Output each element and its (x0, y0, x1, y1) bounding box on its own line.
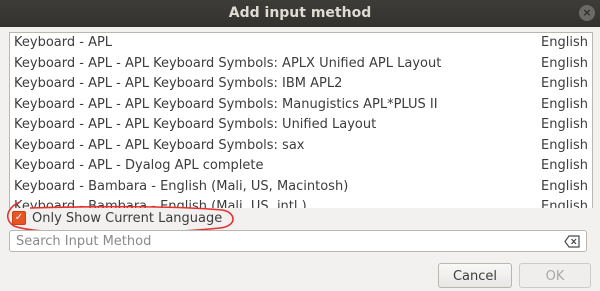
input-method-name: Keyboard - APL - APL Keyboard Symbols: U… (14, 117, 377, 132)
list-item[interactable]: Keyboard - APL - Dyalog APL complete Engl… (10, 156, 592, 177)
list-item[interactable]: Keyboard - APL - APL Keyboard Symbols: M… (10, 95, 592, 116)
search-input[interactable] (16, 231, 556, 252)
input-method-language: English (541, 178, 588, 194)
input-method-language: English (541, 137, 588, 153)
input-method-language: English (541, 158, 588, 173)
cancel-button[interactable]: Cancel (438, 263, 512, 288)
input-method-name: Keyboard - Bambara - English (Mali, US, … (14, 178, 349, 194)
input-method-name: Keyboard - APL - Dyalog APL complete (14, 158, 264, 173)
input-method-name: Keyboard - APL - APL Keyboard Symbols: I… (14, 76, 343, 91)
input-method-name: Keyboard - APL - APL Keyboard Symbols: M… (14, 96, 438, 112)
input-method-name: Keyboard - APL (14, 35, 113, 50)
list-item[interactable]: Keyboard - APL - APL Keyboard Symbols: I… (10, 74, 592, 95)
backspace-clear-icon[interactable] (564, 235, 580, 248)
input-method-list[interactable]: Keyboard - APL English Keyboard - APL - AP… (9, 32, 593, 208)
only-current-language-toggle[interactable]: ✓ Only Show Current Language (12, 209, 222, 227)
add-input-method-dialog: Add input method × Keyboard - APL English… (0, 0, 600, 291)
input-method-name: Keyboard - Bambara - English (Mali, US, … (14, 199, 307, 208)
titlebar: Add input method × (0, 0, 600, 27)
input-method-language: English (541, 199, 588, 208)
list-item[interactable]: Keyboard - Bambara - English (Mali, US, … (10, 197, 592, 208)
input-method-name: Keyboard - APL - APL Keyboard Symbols: s… (14, 137, 305, 153)
close-icon[interactable]: × (579, 5, 595, 21)
input-method-language: English (541, 76, 588, 91)
ok-button[interactable]: OK (519, 263, 591, 288)
list-item[interactable]: Keyboard - APL - APL Keyboard Symbols: U… (10, 115, 592, 136)
input-method-name: Keyboard - APL - APL Keyboard Symbols: A… (14, 55, 442, 71)
only-current-language-checkbox[interactable]: ✓ (12, 211, 26, 225)
list-item[interactable]: Keyboard - Bambara - English (Mali, US, … (10, 177, 592, 198)
input-method-language: English (541, 55, 588, 71)
list-item[interactable]: Keyboard - APL English (10, 33, 592, 54)
search-field[interactable] (9, 230, 587, 252)
list-item[interactable]: Keyboard - APL - APL Keyboard Symbols: A… (10, 54, 592, 75)
input-method-language: English (541, 96, 588, 112)
dialog-title: Add input method (228, 5, 372, 21)
only-current-language-label: Only Show Current Language (32, 210, 223, 226)
list-item[interactable]: Keyboard - APL - APL Keyboard Symbols: s… (10, 136, 592, 157)
input-method-language: English (541, 35, 588, 50)
input-method-language: English (541, 117, 588, 132)
